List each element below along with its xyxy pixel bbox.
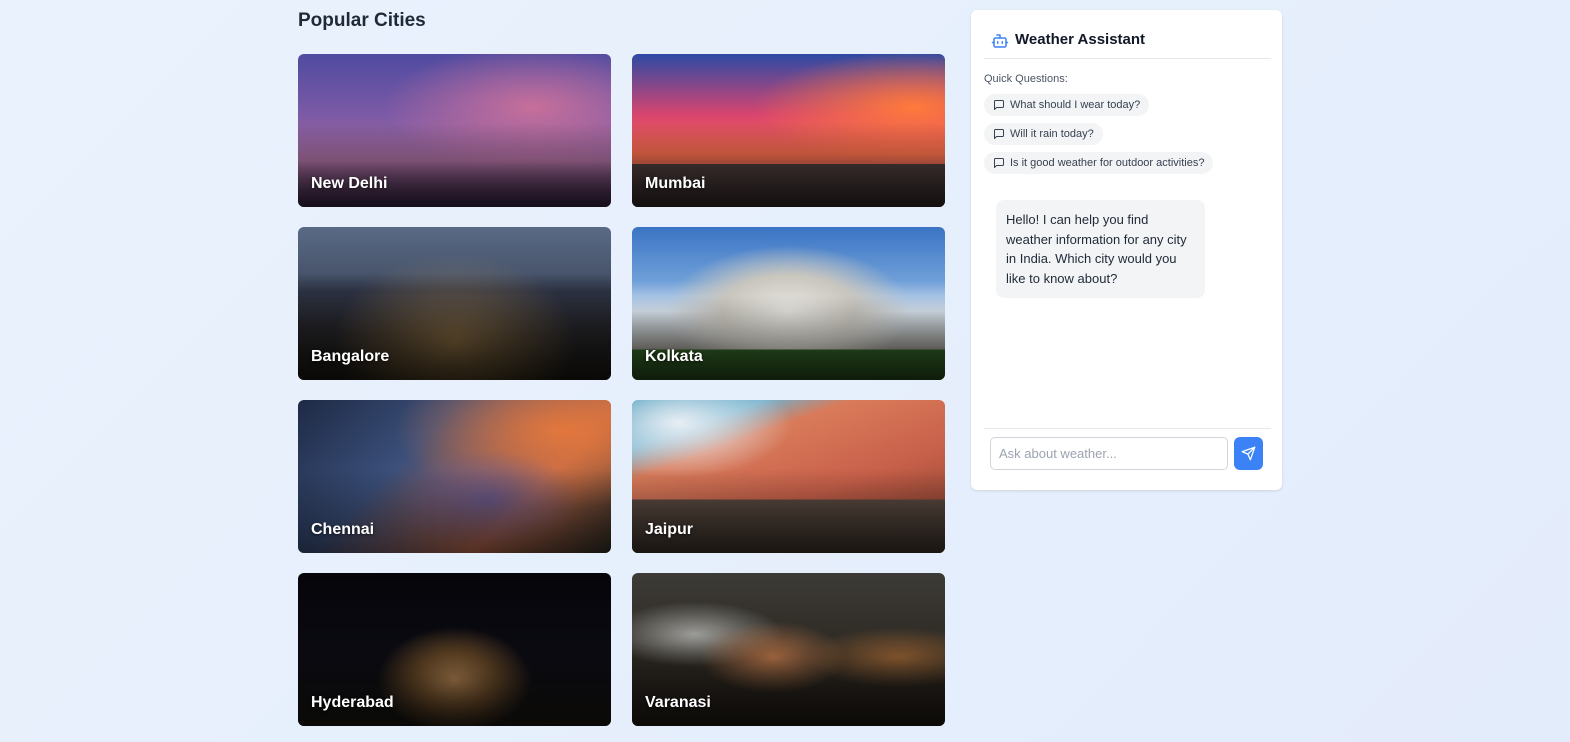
city-name: Chennai xyxy=(311,521,375,538)
city-name: Bangalore xyxy=(311,348,390,365)
section-title: Popular Cities xyxy=(298,10,426,31)
city-card-hyderabad[interactable]: Hyderabad xyxy=(298,573,611,726)
city-name: Jaipur xyxy=(645,521,694,538)
city-card-jaipur[interactable]: Jaipur xyxy=(632,400,945,553)
chat-input-row xyxy=(984,428,1271,470)
city-name: New Delhi xyxy=(311,175,388,192)
weather-question-input[interactable] xyxy=(990,437,1228,470)
send-button[interactable] xyxy=(1234,437,1263,470)
quick-question-label: Is it good weather for outdoor activitie… xyxy=(1010,157,1205,169)
city-card-kolkata[interactable]: Kolkata xyxy=(632,227,945,380)
city-card-bangalore[interactable]: Bangalore xyxy=(298,227,611,380)
quick-question-outdoor[interactable]: Is it good weather for outdoor activitie… xyxy=(984,152,1214,174)
quick-question-wear[interactable]: What should I wear today? xyxy=(984,94,1150,116)
quick-question-label: Will it rain today? xyxy=(1010,128,1094,140)
city-name: Hyderabad xyxy=(311,694,394,711)
city-grid: New Delhi Mumbai Bangalore Kolkata Chenn… xyxy=(298,54,945,726)
city-card-mumbai[interactable]: Mumbai xyxy=(632,54,945,207)
assistant-message: Hello! I can help you find weather infor… xyxy=(996,200,1205,298)
message-square-icon xyxy=(994,158,1004,168)
city-card-varanasi[interactable]: Varanasi xyxy=(632,573,945,726)
message-square-icon xyxy=(994,129,1004,139)
message-square-icon xyxy=(994,100,1004,110)
quick-questions-list: What should I wear today? Will it rain t… xyxy=(984,94,1214,181)
assistant-header: Weather Assistant xyxy=(984,30,1271,59)
quick-questions-label: Quick Questions: xyxy=(984,73,1068,85)
weather-assistant-panel: Weather Assistant Quick Questions: What … xyxy=(971,10,1282,490)
quick-question-label: What should I wear today? xyxy=(1010,99,1141,111)
city-card-chennai[interactable]: Chennai xyxy=(298,400,611,553)
send-icon xyxy=(1241,446,1256,461)
assistant-title: Weather Assistant xyxy=(1015,31,1146,48)
city-card-new-delhi[interactable]: New Delhi xyxy=(298,54,611,207)
bot-icon xyxy=(991,34,1009,48)
quick-question-rain[interactable]: Will it rain today? xyxy=(984,123,1103,145)
city-name: Varanasi xyxy=(645,694,711,711)
city-name: Mumbai xyxy=(645,175,706,192)
city-name: Kolkata xyxy=(645,348,703,365)
